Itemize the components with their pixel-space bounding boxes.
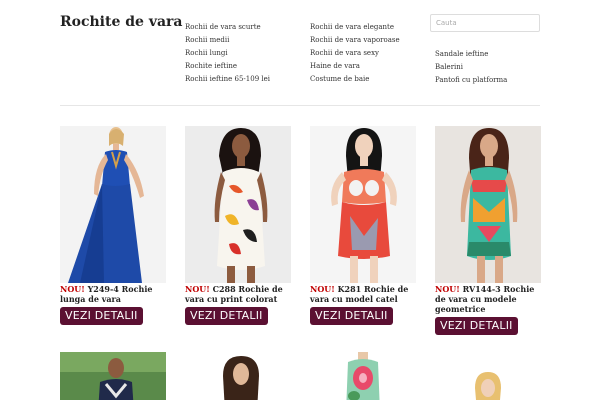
nav-item: Rochii de vara scurte bbox=[185, 14, 270, 31]
nav-item: Rochite ieftine bbox=[185, 53, 270, 70]
new-badge: NOU! bbox=[60, 284, 85, 294]
product-title[interactable]: NOU! Y249-4 Rochie lunga de vara bbox=[60, 284, 166, 304]
nav-item: Costume de baie bbox=[310, 66, 400, 83]
nav-item: Rochii de vara vaporoase bbox=[310, 27, 400, 44]
nav-link-costume-de-baie[interactable]: Costume de baie bbox=[310, 75, 369, 83]
new-badge: NOU! bbox=[185, 284, 210, 294]
product-image-blue-maxi-dress[interactable] bbox=[60, 126, 166, 283]
site-title[interactable]: Rochite de vara bbox=[60, 14, 182, 30]
product-image-row2-1[interactable] bbox=[60, 352, 166, 400]
nav-item: Rochii ieftine 65-109 lei bbox=[185, 66, 270, 83]
header-divider bbox=[60, 105, 540, 106]
nav-link-rochii-ieftine-65-109[interactable]: Rochii ieftine 65-109 lei bbox=[185, 75, 270, 83]
nav-item: Sandale ieftine bbox=[435, 41, 507, 58]
product-card: NOU! C288 Rochie de vara cu print colora… bbox=[185, 126, 291, 325]
nav-item: Rochii de vara elegante bbox=[310, 14, 400, 31]
new-badge: NOU! bbox=[310, 284, 335, 294]
product-title[interactable]: NOU! C288 Rochie de vara cu print colora… bbox=[185, 284, 291, 304]
product-image-row2-4[interactable] bbox=[435, 352, 541, 400]
nav-menu-column-2: Rochii de vara elegante Rochii de vara v… bbox=[310, 14, 400, 83]
product-image-dog-print-dress[interactable] bbox=[310, 126, 416, 283]
view-details-button[interactable]: VEZI DETALII bbox=[435, 317, 518, 335]
nav-link-pantofi-cu-platforma[interactable]: Pantofi cu platforma bbox=[435, 76, 507, 84]
nav-item: Rochii lungi bbox=[185, 40, 270, 57]
view-details-button[interactable]: VEZI DETALII bbox=[310, 307, 393, 325]
product-title[interactable]: NOU! K281 Rochie de vara cu model catel bbox=[310, 284, 416, 304]
product-card: NOU! K281 Rochie de vara cu model catel … bbox=[310, 126, 416, 325]
product-image-geometric-dress[interactable] bbox=[435, 126, 541, 283]
product-card: NOU! RV144-3 Rochie de vara cu modele ge… bbox=[435, 126, 541, 335]
product-card: NOU! Y249-4 Rochie lunga de vara VEZI DE… bbox=[60, 126, 166, 325]
nav-item: Haine de vara bbox=[310, 53, 400, 70]
search-input[interactable] bbox=[430, 14, 540, 32]
product-image-row2-2[interactable] bbox=[185, 352, 291, 400]
new-badge: NOU! bbox=[435, 284, 460, 294]
product-image-print-mini-dress[interactable] bbox=[185, 126, 291, 283]
view-details-button[interactable]: VEZI DETALII bbox=[185, 307, 268, 325]
product-image-row2-3[interactable] bbox=[310, 352, 416, 400]
nav-menu-column-1: Rochii de vara scurte Rochii medii Rochi… bbox=[185, 14, 270, 83]
nav-item: Pantofi cu platforma bbox=[435, 67, 507, 84]
product-title[interactable]: NOU! RV144-3 Rochie de vara cu modele ge… bbox=[435, 284, 541, 314]
view-details-button[interactable]: VEZI DETALII bbox=[60, 307, 143, 325]
nav-menu-column-3: Sandale ieftine Balerini Pantofi cu plat… bbox=[435, 41, 507, 84]
